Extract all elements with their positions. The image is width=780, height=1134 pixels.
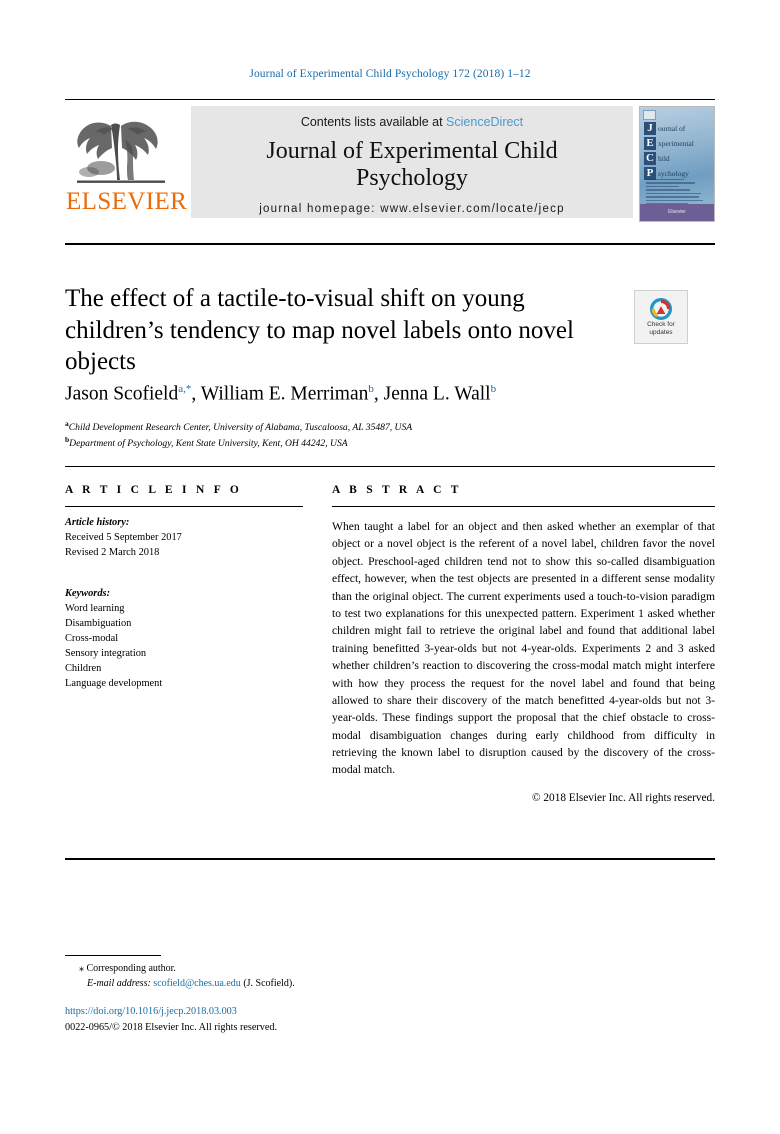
affiliation-list: aChild Development Research Center, Univ…	[65, 419, 715, 451]
elsevier-wordmark: ELSEVIER	[66, 188, 188, 215]
journal-cover-thumbnail[interactable]: J ournal of E xperimental C hild P sycho…	[639, 106, 715, 222]
running-head: Journal of Experimental Child Psychology…	[249, 68, 531, 80]
cover-footer-band: Elsevier	[640, 204, 714, 221]
elsevier-logo: ELSEVIER	[65, 106, 187, 214]
cover-row: J ournal of	[644, 121, 712, 135]
keyword-item: Disambiguation	[65, 617, 132, 629]
issn-copyright-line: 0022-0965/© 2018 Elsevier Inc. All right…	[65, 1021, 278, 1033]
abstract-heading-rule	[332, 506, 715, 507]
cover-row: E xperimental	[644, 136, 712, 150]
keyword-item: Language development	[65, 677, 163, 689]
cover-letter: E	[644, 136, 656, 150]
author-name: Jenna L. Wall	[383, 383, 491, 405]
journal-title-line-1: Journal of Experimental Child	[266, 138, 558, 164]
keyword-item: Word learning	[65, 602, 125, 614]
title-block: The effect of a tactile-to-visual shift …	[65, 283, 610, 378]
sciencedirect-link[interactable]: ScienceDirect	[446, 115, 523, 129]
crossmark-badge[interactable]: Check for updates	[634, 290, 688, 344]
footnote-block: ⁎ Corresponding author. E-mail address: …	[65, 961, 545, 991]
abstract-copyright: © 2018 Elsevier Inc. All rights reserved…	[531, 791, 715, 804]
cover-jecp-stack: J ournal of E xperimental C hild P sycho…	[644, 121, 712, 181]
cover-header-block	[643, 110, 656, 120]
keywords-block: Keywords: Word learning Disambiguation C…	[65, 587, 303, 692]
cover-word: hild	[658, 153, 670, 163]
masthead-bottom-rule	[65, 243, 715, 245]
article-history-item: Revised 2 March 2018	[65, 546, 160, 558]
email-note: E-mail address: scofield@ches.ua.edu (J.…	[65, 976, 545, 991]
article-info-heading: A R T I C L E I N F O	[65, 484, 243, 496]
contents-prefix: Contents lists available at	[300, 115, 447, 129]
article-history-label: Article history:	[65, 517, 130, 528]
cover-letter: P	[644, 166, 656, 180]
journal-title-line-2: Psychology	[355, 164, 468, 191]
doi-link[interactable]: https://doi.org/10.1016/j.jecp.2018.03.0…	[65, 1004, 585, 1020]
author-affiliation-marks[interactable]: b	[368, 383, 374, 395]
cover-word: ournal of	[658, 123, 686, 133]
crossmark-badge-icon	[650, 298, 672, 321]
email-owner: (J. Scofield).	[243, 978, 295, 989]
journal-masthead: ELSEVIER Contents lists available at Sci…	[65, 99, 715, 222]
author-name: Jason Scofield	[65, 383, 179, 405]
email-link[interactable]: scofield@ches.ua.edu	[153, 978, 241, 989]
affiliation-text: Department of Psychology, Kent State Uni…	[69, 437, 348, 449]
abstract-section: A B S T R A C T When taught a label for …	[332, 484, 715, 804]
masthead-center-panel: Contents lists available at ScienceDirec…	[191, 106, 633, 218]
abstract-heading: A B S T R A C T	[332, 484, 462, 496]
author-name: William E. Merriman	[200, 383, 369, 405]
article-info-section: A R T I C L E I N F O Article history: R…	[65, 484, 303, 692]
keyword-item: Children	[65, 662, 102, 674]
page-title: The effect of a tactile-to-visual shift …	[65, 285, 574, 375]
article-info-heading-rule	[65, 506, 303, 507]
cover-footer-text: Elsevier	[668, 209, 686, 215]
crossmark-line-2: updates	[649, 328, 673, 336]
journal-homepage-line[interactable]: journal homepage: www.elsevier.com/locat…	[199, 203, 625, 215]
crossmark-line-1: Check for	[647, 321, 675, 329]
affiliation-text: Child Development Research Center, Unive…	[68, 422, 413, 434]
cover-letter: C	[644, 151, 656, 165]
keyword-item: Cross-modal	[65, 632, 119, 644]
cover-word: xperimental	[658, 138, 694, 148]
abstract-bottom-rule	[65, 858, 715, 860]
doi-and-issn-block: https://doi.org/10.1016/j.jecp.2018.03.0…	[65, 1004, 585, 1036]
contents-available-line: Contents lists available at ScienceDirec…	[199, 115, 625, 129]
corresponding-author-text: Corresponding author.	[86, 963, 176, 974]
email-label: E-mail address:	[87, 978, 151, 989]
corresponding-author-marker: ⁎	[79, 963, 84, 974]
authors-bottom-rule	[65, 466, 715, 467]
journal-title: Journal of Experimental Child Psychology	[199, 138, 625, 192]
article-history-block: Article history: Received 5 September 20…	[65, 516, 303, 561]
affiliation-item: bDepartment of Psychology, Kent State Un…	[65, 435, 715, 451]
cover-row: P sychology	[644, 166, 712, 180]
cover-row: C hild	[644, 151, 712, 165]
crossmark-label: Check for updates	[647, 321, 675, 336]
author-list: Jason Scofielda,*, William E. Merrimanb,…	[65, 383, 497, 405]
affiliation-item: aChild Development Research Center, Univ…	[65, 419, 715, 435]
author-affiliation-marks[interactable]: a,*	[178, 383, 191, 395]
cover-letter: J	[644, 121, 656, 135]
cover-word: sychology	[658, 168, 689, 178]
article-history-item: Received 5 September 2017	[65, 531, 182, 543]
keyword-item: Sensory integration	[65, 647, 147, 659]
journal-article-first-page: Journal of Experimental Child Psychology…	[0, 0, 780, 1134]
keywords-label: Keywords:	[65, 587, 111, 599]
author-affiliation-marks[interactable]: b	[491, 383, 497, 395]
abstract-text: When taught a label for an object and th…	[332, 520, 715, 777]
elsevier-tree-icon	[77, 121, 165, 183]
corresponding-author-note: ⁎ Corresponding author.	[65, 961, 545, 976]
footnote-separator-rule	[65, 955, 161, 956]
